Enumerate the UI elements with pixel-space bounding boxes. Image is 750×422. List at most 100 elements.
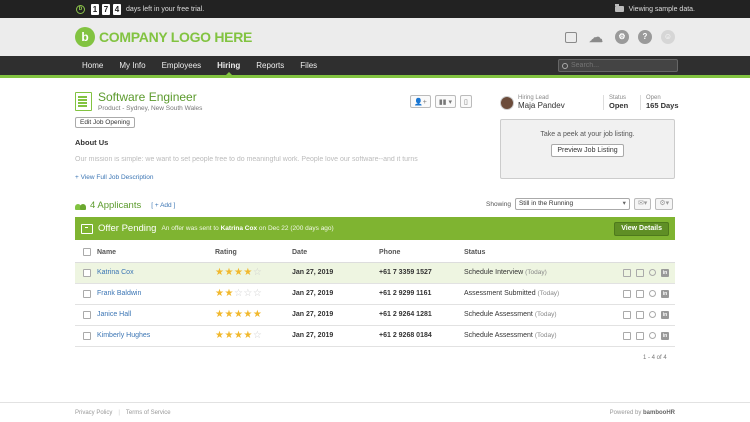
table-row[interactable]: Katrina Cox ★★★★☆ Jan 27, 2019 +61 7 3359 1… bbox=[75, 262, 675, 284]
email-icon[interactable] bbox=[636, 331, 644, 340]
row-checkbox[interactable] bbox=[83, 331, 91, 340]
date-header[interactable]: Date bbox=[292, 243, 379, 263]
offer-icon bbox=[81, 223, 93, 234]
table-row[interactable]: Janice Hall ★★★★★ Jan 27, 2019 +61 2 9264 1… bbox=[75, 304, 675, 326]
link-icon[interactable] bbox=[649, 310, 656, 318]
nav-item-home[interactable]: Home bbox=[82, 56, 111, 75]
applicants-count: 4 Applicants bbox=[90, 200, 142, 211]
linkedin-icon[interactable]: in bbox=[661, 331, 669, 340]
applicant-name-link[interactable]: Kimberly Hughes bbox=[97, 332, 150, 339]
star-filled-icon[interactable]: ★ bbox=[234, 267, 243, 278]
star-filled-icon[interactable]: ★ bbox=[253, 309, 262, 320]
row-checkbox[interactable] bbox=[83, 289, 91, 298]
bamboohr-logo[interactable]: bambooHR bbox=[643, 410, 675, 416]
row-checkbox[interactable] bbox=[83, 268, 91, 277]
company-logo[interactable]: b COMPANY LOGO HERE bbox=[75, 27, 252, 47]
star-filled-icon[interactable]: ★ bbox=[234, 309, 243, 320]
edit-job-button[interactable]: Edit Job Opening bbox=[75, 117, 135, 128]
email-button[interactable]: ✉▾ bbox=[633, 198, 652, 210]
nav-item-reports[interactable]: Reports bbox=[248, 56, 292, 75]
applicant-name-link[interactable]: Frank Baldwin bbox=[97, 290, 141, 297]
email-icon[interactable] bbox=[636, 268, 644, 277]
notes-icon[interactable] bbox=[623, 289, 631, 298]
settings-icon[interactable]: ⚙ bbox=[615, 30, 629, 44]
offer-candidate-name[interactable]: Katrina Cox bbox=[221, 225, 257, 232]
pager: 1 - 4 of 4 bbox=[643, 355, 667, 361]
trial-bar: b 1 7 4 days left in your free trial. Vi… bbox=[0, 0, 750, 18]
table-row[interactable]: Kimberly Hughes ★★★★☆ Jan 27, 2019 +61 2 92… bbox=[75, 325, 675, 347]
privacy-policy-link[interactable]: Privacy Policy bbox=[75, 410, 112, 416]
nav-item-my-info[interactable]: My Info bbox=[111, 56, 153, 75]
select-all-checkbox[interactable] bbox=[83, 248, 91, 257]
add-user-button[interactable]: 👤+ bbox=[410, 95, 431, 108]
email-icon[interactable] bbox=[636, 310, 644, 319]
name-header[interactable]: Name bbox=[97, 243, 215, 263]
star-filled-icon[interactable]: ★ bbox=[224, 330, 233, 341]
settings-button[interactable]: ⚙▾ bbox=[655, 198, 674, 210]
bar-chart-icon: ▮▮ bbox=[438, 98, 447, 106]
offer-pending-bar: Offer Pending An offer was sent to Katri… bbox=[75, 217, 675, 240]
view-details-button[interactable]: View Details bbox=[614, 221, 669, 236]
link-icon[interactable] bbox=[649, 331, 656, 339]
linkedin-icon[interactable]: in bbox=[661, 289, 669, 298]
notes-icon[interactable] bbox=[623, 310, 631, 319]
sample-data-text[interactable]: Viewing sample data. bbox=[629, 6, 695, 13]
document-button[interactable]: ▯ bbox=[460, 95, 472, 108]
preview-job-listing-button[interactable]: Preview Job Listing bbox=[551, 144, 624, 157]
star-empty-icon[interactable]: ☆ bbox=[253, 330, 262, 341]
trial-digit: 7 bbox=[102, 3, 110, 15]
view-full-description-link[interactable]: + View Full Job Description bbox=[75, 174, 153, 181]
star-filled-icon[interactable]: ★ bbox=[243, 330, 252, 341]
star-empty-icon[interactable]: ☆ bbox=[243, 288, 252, 299]
avatar[interactable]: ☺ bbox=[661, 30, 675, 44]
rating-header[interactable]: Rating bbox=[215, 243, 292, 263]
search-icon bbox=[562, 62, 568, 69]
star-empty-icon[interactable]: ☆ bbox=[234, 288, 243, 299]
star-filled-icon[interactable]: ★ bbox=[243, 309, 252, 320]
notes-icon[interactable] bbox=[623, 331, 631, 340]
star-empty-icon[interactable]: ☆ bbox=[253, 267, 262, 278]
status-date: (Today) bbox=[534, 311, 557, 318]
open-days-stat: Open 165 Days bbox=[640, 95, 679, 110]
rating-stars: ★★★★★ bbox=[215, 309, 262, 320]
status-header[interactable]: Status bbox=[464, 243, 604, 263]
header: b COMPANY LOGO HERE ☁ ⚙ ? ☺ bbox=[0, 18, 750, 56]
email-icon[interactable] bbox=[636, 289, 644, 298]
phone-number: +61 2 9299 1161 bbox=[379, 283, 464, 305]
terms-of-service-link[interactable]: Terms of Service bbox=[126, 410, 171, 416]
search-input[interactable] bbox=[571, 62, 671, 69]
row-checkbox[interactable] bbox=[83, 310, 91, 319]
phone-header[interactable]: Phone bbox=[379, 243, 464, 263]
gear-icon: ⚙▾ bbox=[659, 200, 670, 207]
star-filled-icon[interactable]: ★ bbox=[234, 330, 243, 341]
applied-date: Jan 27, 2019 bbox=[292, 262, 379, 284]
reports-dropdown[interactable]: ▮▮ ▾ bbox=[434, 95, 457, 108]
applicant-name-link[interactable]: Janice Hall bbox=[97, 311, 131, 318]
nav-item-employees[interactable]: Employees bbox=[154, 56, 210, 75]
status-value: Open bbox=[609, 101, 629, 110]
applicant-name-link[interactable]: Katrina Cox bbox=[97, 269, 134, 276]
nav-item-hiring[interactable]: Hiring bbox=[209, 56, 248, 76]
showing-select[interactable]: Still in the Running bbox=[514, 198, 630, 210]
bamboo-icon: b bbox=[76, 4, 85, 14]
star-filled-icon[interactable]: ★ bbox=[224, 309, 233, 320]
offer-message-prefix: An offer was sent to bbox=[161, 225, 219, 232]
cloud-plus-icon[interactable]: ☁ bbox=[586, 30, 606, 44]
star-filled-icon[interactable]: ★ bbox=[243, 267, 252, 278]
nav-item-files[interactable]: Files bbox=[292, 56, 325, 75]
link-icon[interactable] bbox=[649, 268, 656, 276]
star-filled-icon[interactable]: ★ bbox=[224, 288, 233, 299]
inbox-icon[interactable] bbox=[565, 31, 577, 43]
table-row[interactable]: Frank Baldwin ★★☆☆☆ Jan 27, 2019 +61 2 9299… bbox=[75, 283, 675, 305]
document-icon: ▯ bbox=[464, 98, 468, 106]
star-filled-icon[interactable]: ★ bbox=[224, 267, 233, 278]
add-applicant-link[interactable]: [ + Add ] bbox=[151, 202, 175, 209]
linkedin-icon[interactable]: in bbox=[661, 268, 669, 277]
star-empty-icon[interactable]: ☆ bbox=[253, 288, 262, 299]
notes-icon[interactable] bbox=[623, 268, 631, 277]
link-icon[interactable] bbox=[649, 289, 656, 297]
help-icon[interactable]: ? bbox=[638, 30, 652, 44]
applied-date: Jan 27, 2019 bbox=[292, 325, 379, 347]
rating-stars: ★★☆☆☆ bbox=[215, 288, 262, 299]
linkedin-icon[interactable]: in bbox=[661, 310, 669, 319]
